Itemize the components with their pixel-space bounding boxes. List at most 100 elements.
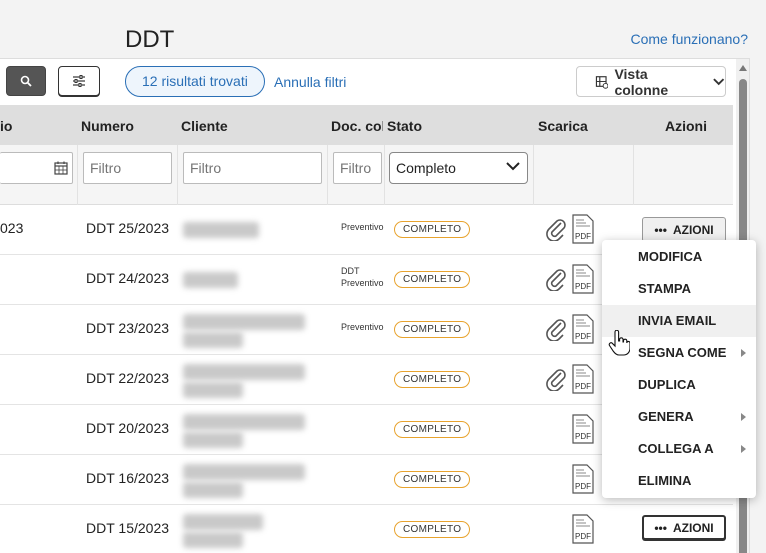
ellipsis-icon: •••: [654, 222, 667, 237]
svg-text:PDF: PDF: [575, 282, 591, 291]
stato-filter-select[interactable]: Completo: [389, 152, 528, 184]
menu-item-label: COLLEGA A: [638, 441, 714, 456]
paperclip-icon[interactable]: [545, 267, 567, 291]
doc-cell: Preventivo: [341, 322, 384, 332]
scroll-up-arrow[interactable]: [739, 65, 747, 71]
help-link[interactable]: Come funzionano?: [630, 31, 748, 47]
numero-cell: DDT 23/2023: [86, 320, 170, 336]
cliente-cell-redacted: [183, 222, 259, 238]
stato-filter-value: Completo: [396, 160, 456, 176]
column-header-scarica: Scarica: [538, 118, 588, 134]
menu-item-label: DUPLICA: [638, 377, 696, 392]
sliders-icon: [73, 75, 85, 87]
calendar-icon: [54, 161, 68, 175]
menu-item-duplica[interactable]: DUPLICA: [602, 369, 756, 401]
svg-text:PDF: PDF: [575, 332, 591, 341]
status-badge: COMPLETO: [394, 221, 471, 238]
search-button[interactable]: [6, 66, 46, 96]
columns-view-label: Vista colonne: [614, 65, 669, 98]
menu-item-label: SEGNA COME: [638, 345, 727, 360]
filter-row: Completo: [0, 145, 733, 283]
status-badge: COMPLETO: [394, 321, 471, 338]
cliente-cell-redacted: [183, 272, 238, 288]
submenu-arrow-icon: [741, 413, 746, 421]
search-icon: [20, 75, 32, 87]
pdf-icon[interactable]: PDF: [572, 464, 594, 494]
table-header: io Numero Cliente Doc. coll Stato Scaric…: [0, 105, 733, 145]
paperclip-icon[interactable]: [545, 367, 567, 391]
menu-item-genera[interactable]: GENERA: [602, 401, 756, 433]
pdf-icon[interactable]: PDF: [572, 414, 594, 444]
status-badge: COMPLETO: [394, 421, 471, 438]
doc-cell-line: Preventivo: [341, 278, 384, 288]
date-filter[interactable]: [0, 152, 73, 184]
svg-text:PDF: PDF: [575, 532, 591, 541]
numero-cell: DDT 24/2023: [86, 270, 170, 286]
actions-button-label: AZIONI: [672, 222, 714, 237]
status-badge: COMPLETO: [394, 521, 471, 538]
chevron-down-icon: [712, 77, 724, 85]
pdf-icon[interactable]: PDF: [572, 264, 594, 294]
cliente-cell-redacted: [183, 364, 305, 380]
menu-item-modifica[interactable]: MODIFICA: [602, 241, 756, 273]
column-header-cliente[interactable]: Cliente: [181, 118, 228, 134]
numero-cell: DDT 20/2023: [86, 420, 170, 436]
menu-item-label: INVIA EMAIL: [638, 313, 717, 328]
numero-cell: DDT 22/2023: [86, 370, 170, 386]
pdf-icon[interactable]: PDF: [572, 364, 594, 394]
cliente-cell-redacted: [183, 464, 305, 480]
submenu-arrow-icon: [741, 445, 746, 453]
status-badge: COMPLETO: [394, 471, 471, 488]
date-cell: 023: [0, 220, 24, 236]
menu-item-label: ELIMINA: [638, 473, 692, 488]
column-header-date[interactable]: io: [0, 118, 12, 134]
svg-text:PDF: PDF: [575, 382, 591, 391]
doc-cell: Preventivo: [341, 222, 384, 232]
paperclip-icon[interactable]: [545, 317, 567, 341]
paperclip-icon[interactable]: [545, 217, 567, 241]
column-header-stato[interactable]: Stato: [387, 118, 422, 134]
status-badge: COMPLETO: [394, 371, 471, 388]
columns-view-button[interactable]: Vista colonne: [576, 65, 726, 98]
svg-text:PDF: PDF: [575, 432, 591, 441]
column-header-azioni: Azioni: [665, 118, 707, 134]
columns-icon: [595, 75, 609, 89]
doc-cell-line: DDT: [341, 266, 360, 276]
hand-cursor-icon: [608, 330, 630, 356]
actions-button-label: AZIONI: [672, 520, 714, 535]
cliente-cell-redacted: [183, 414, 305, 430]
actions-dropdown-menu: MODIFICA STAMPA INVIA EMAIL SEGNA COME D…: [602, 240, 756, 498]
cliente-cell-redacted: [183, 382, 243, 398]
cliente-cell-redacted: [183, 432, 243, 448]
cliente-filter-input[interactable]: [183, 152, 322, 184]
menu-item-label: STAMPA: [638, 281, 691, 296]
ellipsis-icon: •••: [654, 520, 667, 535]
numero-filter-input[interactable]: [83, 152, 172, 184]
cliente-cell-redacted: [183, 532, 243, 548]
actions-button[interactable]: ••• AZIONI: [642, 515, 726, 540]
cliente-cell-redacted: [183, 482, 243, 498]
column-header-doc[interactable]: Doc. coll: [331, 118, 383, 134]
pdf-icon[interactable]: PDF: [572, 214, 594, 244]
menu-item-elimina[interactable]: ELIMINA: [602, 465, 756, 497]
status-badge: COMPLETO: [394, 271, 471, 288]
menu-item-collega-a[interactable]: COLLEGA A: [602, 433, 756, 465]
column-header-numero[interactable]: Numero: [81, 118, 134, 134]
actions-button[interactable]: ••• AZIONI: [642, 217, 726, 242]
numero-cell: DDT 25/2023: [86, 220, 170, 236]
filters-toggle-button[interactable]: [58, 66, 100, 96]
cliente-cell-redacted: [183, 514, 263, 530]
doc-filter-input[interactable]: [333, 152, 382, 184]
menu-item-stampa[interactable]: STAMPA: [602, 273, 756, 305]
menu-item-label: MODIFICA: [638, 249, 703, 264]
table-row[interactable]: DDT 15/2023 COMPLETO PDF ••• AZIONI: [0, 505, 733, 553]
results-count-pill[interactable]: 12 risultati trovati: [125, 66, 265, 97]
cliente-cell-redacted: [183, 332, 243, 348]
numero-cell: DDT 16/2023: [86, 470, 170, 486]
menu-item-label: GENERA: [638, 409, 694, 424]
clear-filters-link[interactable]: Annulla filtri: [274, 74, 346, 90]
numero-cell: DDT 15/2023: [86, 520, 170, 536]
submenu-arrow-icon: [741, 349, 746, 357]
pdf-icon[interactable]: PDF: [572, 314, 594, 344]
pdf-icon[interactable]: PDF: [572, 514, 594, 544]
